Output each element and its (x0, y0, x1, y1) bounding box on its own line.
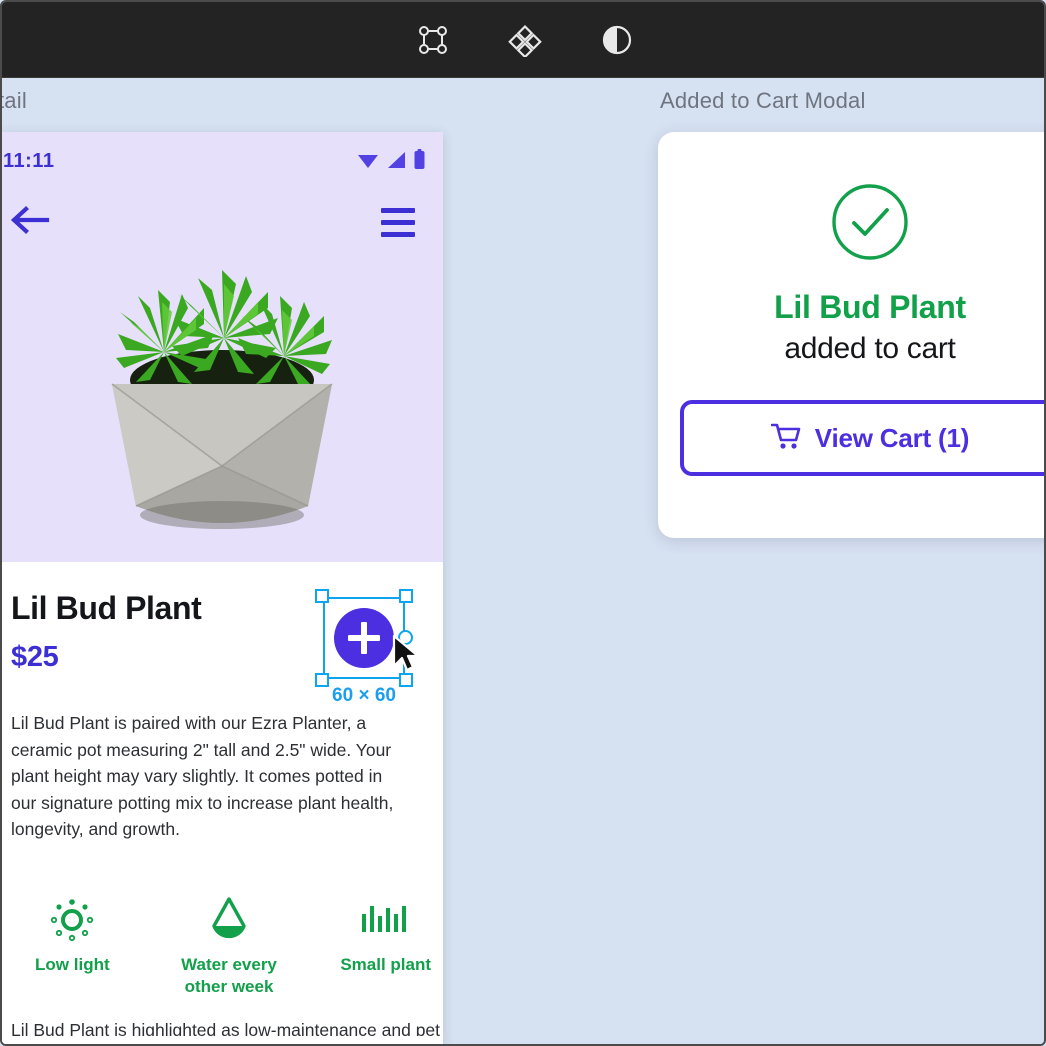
added-to-cart-modal-frame[interactable]: Lil Bud Plant added to cart View Cart (1… (658, 132, 1044, 538)
frame-tool-button[interactable] (410, 17, 456, 63)
frame-label-product-detail[interactable]: tail (2, 88, 27, 114)
phone-nav-bar (2, 194, 443, 250)
signal-icon (386, 151, 407, 174)
resize-handle-top-left[interactable] (315, 589, 329, 603)
phone-status-bar: 11:11 (2, 146, 443, 176)
feature-label: Water every other week (181, 955, 277, 996)
status-bar-icons (357, 148, 425, 174)
feature-low-light: Low light (15, 894, 130, 998)
contrast-tool-button[interactable] (594, 17, 640, 63)
back-arrow-icon[interactable] (9, 205, 51, 240)
feature-water: Water every other week (172, 894, 287, 998)
shopping-cart-icon (770, 422, 801, 455)
resize-handle-top-right[interactable] (399, 589, 413, 603)
view-cart-button[interactable]: View Cart (1) (680, 400, 1044, 476)
frame-label-added-to-cart-modal[interactable]: Added to Cart Modal (660, 88, 866, 114)
wifi-icon (357, 151, 379, 174)
design-tool-window: tail Added to Cart Modal 11:11 Lil Bud P… (0, 0, 1046, 1046)
feature-plant-size: Small plant (328, 894, 443, 998)
mouse-cursor-icon (391, 634, 421, 679)
top-toolbar (2, 2, 1044, 78)
feature-label: Low light (35, 955, 110, 974)
selection-size-label: 60 × 60 (332, 685, 396, 706)
product-description: Lil Bud Plant is paired with our Ezra Pl… (11, 713, 394, 840)
plant-care-features: Low light Water every other week Small p… (2, 894, 443, 998)
diamond-component-icon (508, 23, 542, 57)
add-to-cart-fab[interactable] (334, 608, 394, 668)
sun-low-light-icon (15, 894, 130, 946)
battery-icon (414, 148, 425, 174)
modal-subtitle: added to cart (784, 332, 956, 365)
product-hero-image: 11:11 (2, 132, 443, 562)
modal-product-title: Lil Bud Plant (774, 289, 966, 325)
check-circle-icon (830, 182, 910, 267)
frame-icon (416, 23, 450, 57)
status-bar-time: 11:11 (3, 149, 55, 172)
water-drop-icon (172, 894, 287, 946)
bottom-cut-text: Lil Bud Plant is highlighted as low-main… (11, 1020, 441, 1036)
component-tool-button[interactable] (502, 17, 548, 63)
plant-illustration (2, 210, 443, 560)
fab-selection-group[interactable]: 60 × 60 (315, 589, 420, 706)
design-canvas[interactable]: tail Added to Cart Modal 11:11 Lil Bud P… (2, 78, 1044, 1044)
view-cart-button-label: View Cart (1) (814, 422, 970, 453)
hamburger-menu-icon[interactable] (381, 207, 415, 237)
succulent-plant-image (111, 270, 333, 529)
contrast-half-circle-icon (600, 23, 634, 57)
product-detail-frame[interactable]: 11:11 Lil Bud Plant $25 Lil Bud Plant is… (2, 132, 443, 1044)
plant-size-bars-icon (328, 894, 443, 946)
feature-label: Small plant (340, 955, 432, 974)
plus-icon (348, 622, 380, 654)
